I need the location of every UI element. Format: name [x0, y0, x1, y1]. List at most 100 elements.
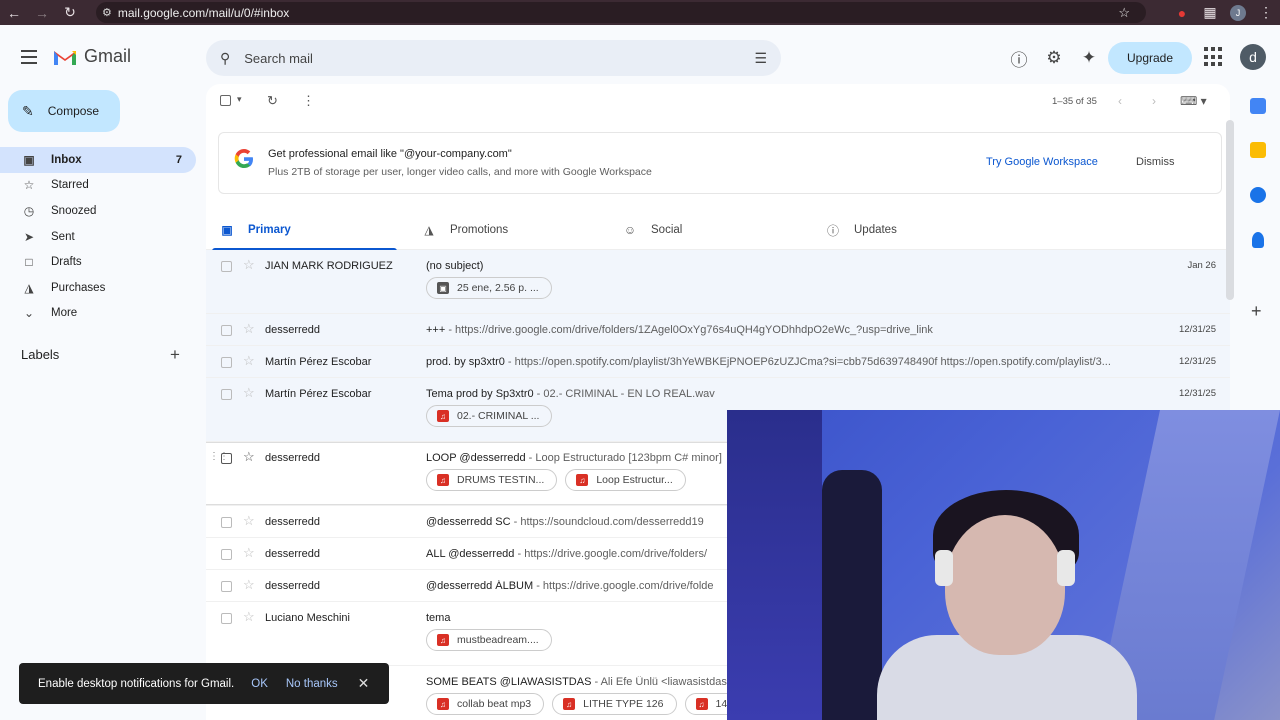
promo-title: Get professional email like "@your-compa… [268, 148, 512, 160]
sidebar-item-more[interactable]: ⌄ More [0, 301, 196, 327]
star-icon[interactable]: ☆ [243, 609, 255, 625]
email-subject-line: (no subject) [426, 260, 1166, 272]
email-row[interactable]: ☆ JIAN MARK RODRIGUEZ (no subject) Jan 2… [206, 250, 1230, 314]
email-subject: prod. by sp3xtr0 [426, 356, 505, 368]
settings-gear-icon[interactable]: ⚙ [1040, 44, 1068, 72]
add-label-icon[interactable]: + [170, 345, 180, 365]
email-snippet: - https://drive.google.com/drive/folde [533, 580, 714, 592]
email-date: 12/31/25 [1179, 324, 1216, 335]
row-checkbox[interactable] [221, 453, 232, 464]
google-apps-icon[interactable] [1204, 47, 1224, 67]
search-bar[interactable]: ⚲ Search mail ☰ [206, 40, 781, 76]
send-icon: ➤ [23, 229, 35, 244]
address-bar[interactable]: ⚙ mail.google.com/mail/u/0/#inbox ☆ [96, 2, 1146, 23]
email-row[interactable]: ☆ Martín Pérez Escobar prod. by sp3xtr0 … [206, 346, 1230, 378]
workspace-promo-banner: Get professional email like "@your-compa… [218, 132, 1222, 194]
prev-page-icon[interactable]: ‹ [1118, 94, 1122, 108]
main-menu-icon[interactable] [16, 44, 42, 70]
extension-red-icon[interactable]: ● [1168, 0, 1196, 25]
tab-updates[interactable]: ⓘ Updates [826, 210, 897, 250]
sidebar-item-label: Purchases [51, 281, 106, 294]
attachment-chip[interactable]: ♫ mustbeadream.... [426, 629, 552, 651]
star-icon[interactable]: ☆ [243, 257, 255, 273]
star-icon[interactable]: ☆ [243, 449, 255, 465]
attachment-chip[interactable]: ♫ 02.- CRIMINAL ... [426, 405, 553, 427]
attachment-chip[interactable]: ♫ collab beat mp3 [426, 693, 545, 715]
browser-menu-icon[interactable]: ⋮ [1252, 0, 1280, 25]
star-icon[interactable]: ☆ [243, 353, 255, 369]
gemini-sparkle-icon[interactable]: ✦ [1075, 44, 1103, 72]
extensions-puzzle-icon[interactable]: ▦ [1196, 0, 1224, 25]
no-thanks-button[interactable]: No thanks [286, 678, 338, 690]
keep-icon[interactable] [1250, 142, 1266, 158]
dismiss-button[interactable]: Dismiss [1136, 156, 1175, 168]
contacts-icon[interactable] [1252, 232, 1264, 248]
profile-button[interactable]: J [1224, 0, 1252, 25]
email-subject: @desserredd ÁLBUM [426, 580, 534, 592]
reload-icon[interactable]: ↻ [56, 0, 84, 25]
select-dropdown-icon[interactable]: ▾ [237, 94, 242, 105]
sidebar-item-drafts[interactable]: □ Drafts [0, 249, 196, 275]
tab-label: Primary [248, 224, 291, 236]
row-checkbox[interactable] [221, 613, 232, 624]
attachment-chip[interactable]: ♫ Loop Estructur... [565, 469, 686, 491]
audio-file-icon: ♫ [563, 698, 576, 710]
sidebar-item-sent[interactable]: ➤ Sent [0, 224, 196, 250]
bookmark-star-icon[interactable]: ☆ [1118, 5, 1130, 21]
sidebar-item-starred[interactable]: ☆ Starred [0, 173, 196, 199]
star-icon[interactable]: ☆ [243, 385, 255, 401]
search-input[interactable]: Search mail [244, 51, 313, 66]
back-icon[interactable]: ← [0, 0, 28, 25]
audio-file-icon: ♫ [437, 634, 449, 646]
sidebar-item-purchases[interactable]: ◮ Purchases [0, 275, 196, 301]
search-filters-icon[interactable]: ☰ [754, 50, 767, 67]
more-options-icon[interactable]: ⋮ [302, 93, 315, 109]
close-icon[interactable]: ✕ [358, 675, 370, 692]
select-all-checkbox[interactable] [220, 95, 231, 109]
site-settings-icon[interactable]: ⚙ [102, 6, 112, 19]
upgrade-button[interactable]: Upgrade [1108, 42, 1192, 74]
compose-button[interactable]: ✎ Compose [8, 90, 120, 132]
attachment-chip[interactable]: ▣ 25 ene, 2.56 p. ... [426, 277, 552, 299]
search-icon[interactable]: ⚲ [220, 50, 230, 67]
calendar-icon[interactable] [1250, 98, 1266, 114]
row-checkbox[interactable] [221, 357, 232, 368]
next-page-icon[interactable]: › [1152, 94, 1156, 108]
attachment-chip[interactable]: ♫ LITHE TYPE 126 [552, 693, 677, 715]
row-checkbox[interactable] [221, 581, 232, 592]
row-checkbox[interactable] [221, 261, 232, 272]
row-checkbox[interactable] [221, 549, 232, 560]
star-icon[interactable]: ☆ [243, 321, 255, 337]
refresh-icon[interactable]: ↻ [267, 93, 278, 109]
scrollbar[interactable] [1226, 120, 1234, 300]
row-checkbox[interactable] [221, 389, 232, 400]
tab-promotions[interactable]: ◮ Promotions [422, 210, 508, 250]
gmail-logo[interactable]: Gmail [52, 46, 131, 67]
email-subject: tema [426, 612, 451, 624]
attachment-name: 14 [715, 698, 728, 710]
email-sender: Martín Pérez Escobar [265, 356, 372, 368]
tab-primary[interactable]: ▣ Primary [212, 210, 397, 251]
tab-social[interactable]: ☺ Social [623, 210, 682, 250]
audio-file-icon: ♫ [437, 698, 449, 710]
pager-text: 1–35 of 35 [1052, 96, 1097, 107]
star-icon[interactable]: ☆ [243, 577, 255, 593]
try-workspace-link[interactable]: Try Google Workspace [986, 156, 1098, 168]
input-tools-icon[interactable]: ⌨ ▾ [1180, 94, 1207, 108]
row-checkbox[interactable] [221, 517, 232, 528]
email-snippet: - https://open.spotify.com/playlist/3hYe… [504, 356, 1111, 368]
sidebar-item-snoozed[interactable]: ◷ Snoozed [0, 198, 196, 224]
account-avatar[interactable]: d [1240, 44, 1266, 70]
forward-icon[interactable]: → [28, 0, 56, 25]
help-icon[interactable]: ⓘ [1005, 44, 1033, 72]
tasks-icon[interactable] [1250, 187, 1266, 203]
star-icon[interactable]: ☆ [243, 513, 255, 529]
row-checkbox[interactable] [221, 325, 232, 336]
star-icon[interactable]: ☆ [243, 545, 255, 561]
ok-button[interactable]: OK [251, 678, 268, 690]
pencil-icon: ✎ [22, 102, 34, 119]
sidebar-item-inbox[interactable]: ▣ Inbox 7 [0, 147, 196, 173]
attachment-chip[interactable]: ♫ DRUMS TESTIN... [426, 469, 558, 491]
email-row[interactable]: ☆ desserredd +++ - https://drive.google.… [206, 314, 1230, 346]
add-addon-icon[interactable]: + [1251, 301, 1262, 322]
